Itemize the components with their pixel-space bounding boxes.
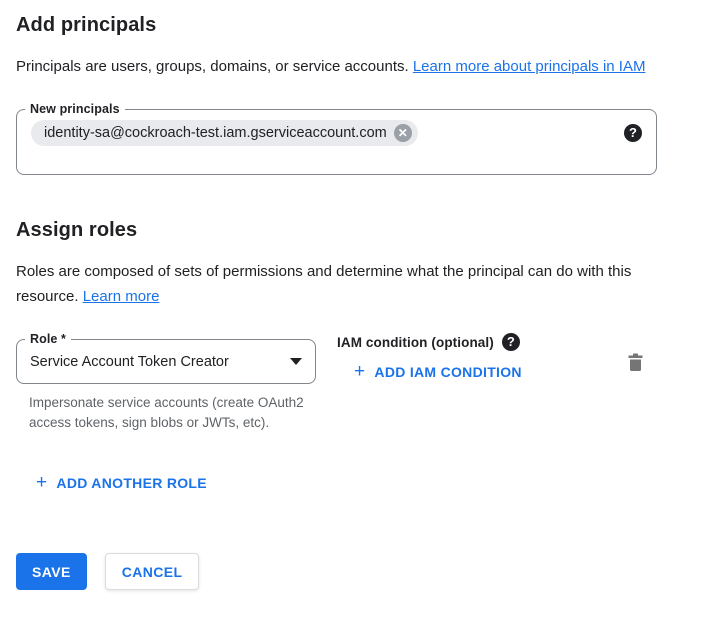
delete-role-button[interactable] (626, 351, 645, 376)
add-principals-panel: Add principals Principals are users, gro… (0, 0, 713, 590)
save-button[interactable]: SAVE (16, 553, 87, 590)
role-select[interactable]: Role * Service Account Token Creator (16, 339, 316, 384)
actions-bar: SAVE CANCEL (16, 553, 697, 590)
iam-condition-label-row: IAM condition (optional) ? (337, 333, 522, 351)
add-iam-condition-button[interactable]: + ADD IAM CONDITION (354, 364, 522, 380)
principals-help-icon[interactable]: ? (624, 124, 642, 142)
principal-chip-text: identity-sa@cockroach-test.iam.gservicea… (44, 125, 387, 141)
principals-description-text: Principals are users, groups, domains, o… (16, 58, 413, 75)
add-iam-condition-label: ADD IAM CONDITION (374, 364, 521, 380)
iam-condition-help-icon[interactable]: ? (502, 333, 520, 351)
iam-condition-label: IAM condition (optional) (337, 335, 494, 350)
new-principals-label: New principals (25, 102, 125, 116)
cancel-button[interactable]: CANCEL (105, 553, 200, 590)
add-another-role-button[interactable]: + ADD ANOTHER ROLE (36, 475, 207, 491)
role-label: Role * (25, 332, 71, 346)
chip-remove-icon[interactable]: ✕ (394, 124, 412, 142)
principal-chip: identity-sa@cockroach-test.iam.gservicea… (31, 120, 418, 146)
learn-more-principals-link[interactable]: Learn more about principals in IAM (413, 58, 646, 75)
learn-more-roles-link[interactable]: Learn more (83, 288, 160, 305)
role-column: Role * Service Account Token Creator Imp… (16, 339, 316, 433)
add-another-role-label: ADD ANOTHER ROLE (56, 475, 207, 491)
roles-description: Roles are composed of sets of permission… (16, 259, 676, 309)
new-principals-field[interactable]: New principals identity-sa@cockroach-tes… (16, 109, 657, 175)
dropdown-caret-icon (290, 358, 302, 365)
assign-roles-title: Assign roles (16, 219, 697, 242)
page-title: Add principals (16, 14, 697, 37)
role-selected-value: Service Account Token Creator (30, 354, 229, 370)
plus-icon: + (354, 365, 365, 379)
trash-icon (626, 351, 645, 373)
principals-description: Principals are users, groups, domains, o… (16, 54, 676, 79)
role-row: Role * Service Account Token Creator Imp… (16, 339, 657, 433)
iam-condition-column: IAM condition (optional) ? + ADD IAM CON… (337, 333, 522, 382)
plus-icon: + (36, 476, 47, 490)
role-helper-text: Impersonate service accounts (create OAu… (29, 393, 311, 433)
